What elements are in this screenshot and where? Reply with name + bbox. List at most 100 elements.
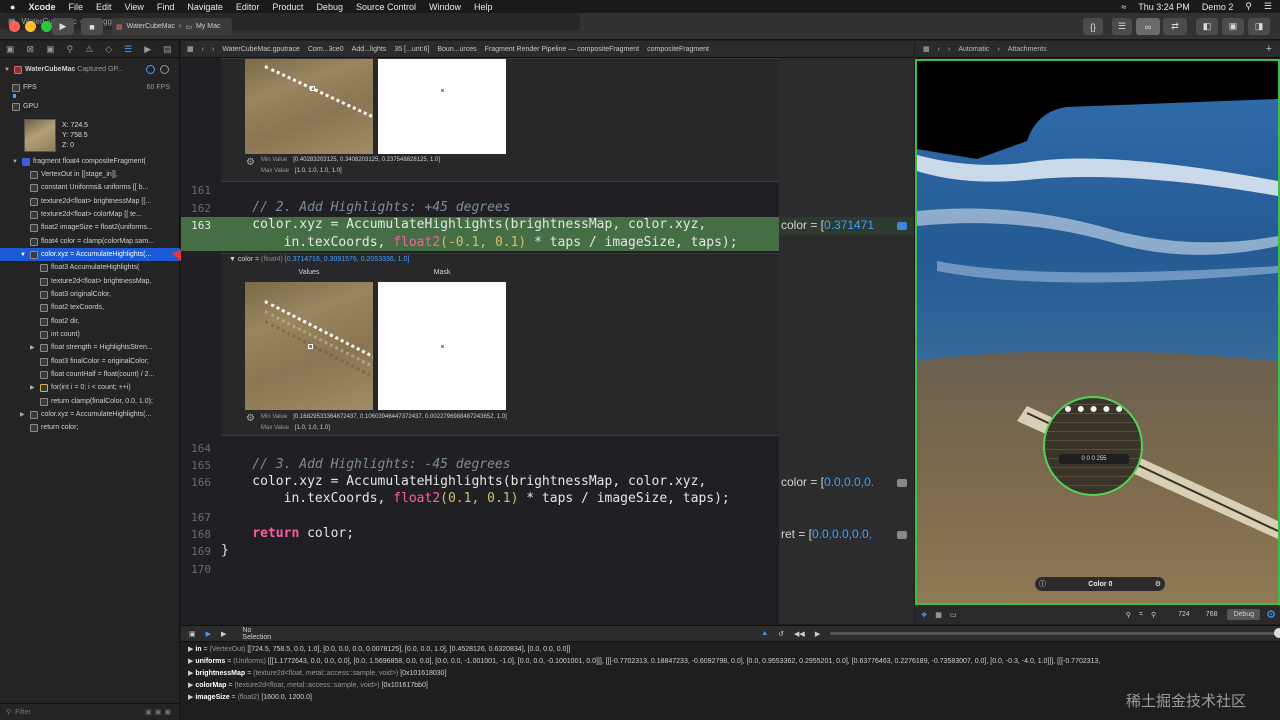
call-stack-row[interactable]: constant Uniforms& uniforms [[ b... (0, 181, 180, 194)
back-icon[interactable]: ‹ (938, 46, 940, 53)
crumb-call[interactable]: 35 [...unt:6] (394, 46, 429, 53)
disclosure-icon[interactable]: ▶ (30, 344, 38, 351)
disclosure-icon[interactable]: ▼ (20, 252, 28, 258)
step-icon[interactable]: ▲ (761, 630, 768, 637)
call-stack-row[interactable]: texture2d<float> brightnessMap [[... (0, 195, 180, 208)
wifi-icon[interactable]: ≈ (1121, 2, 1126, 12)
debug-nav-icon[interactable]: ☰ (124, 44, 132, 55)
filter-field[interactable]: Filter (15, 709, 31, 716)
crumb-trace[interactable]: WaterCubeMac.gputrace (222, 46, 300, 53)
report-icon[interactable]: ▤ (163, 44, 172, 55)
crumb-function[interactable]: compositeFragment (647, 46, 709, 53)
settings-icon[interactable]: ⚙ (1155, 580, 1161, 588)
source-control-icon[interactable]: ⊠ (27, 44, 35, 55)
zoom-window-button[interactable] (41, 21, 52, 32)
call-stack-row[interactable]: float3 originalColor, (0, 288, 180, 301)
toggle-navigator-button[interactable]: ◧ (1196, 18, 1218, 35)
zoom-in-icon[interactable]: ⚲ (1151, 611, 1156, 619)
call-stack-row[interactable]: int count) (0, 328, 180, 341)
fps-gauge-row[interactable]: FPS 60 FPS (0, 81, 180, 94)
zoom-out-icon[interactable]: ⚲ (1126, 611, 1131, 619)
symbol-icon[interactable]: ▣ (46, 44, 55, 55)
grid-icon[interactable]: ▦ (923, 45, 930, 53)
step-back-icon[interactable]: ◀◀ (794, 630, 805, 638)
disclosure-icon[interactable]: ▶ (188, 658, 193, 665)
menu-find[interactable]: Find (157, 2, 175, 12)
call-stack-row[interactable]: float2 imageSize = float2(uniforms... (0, 221, 180, 234)
disclosure-icon[interactable]: ▼ (12, 159, 20, 165)
call-stack-row[interactable]: float3 finalColor = originalColor; (0, 355, 180, 368)
values-image[interactable] (245, 282, 373, 410)
menu-product[interactable]: Product (272, 2, 303, 12)
grid-icon[interactable]: ▦ (935, 611, 942, 619)
test-icon[interactable]: ◇ (105, 44, 112, 55)
call-stack-row[interactable]: texture2d<float> colorMap [[ te... (0, 208, 180, 221)
disclosure-icon[interactable]: ▶ (20, 411, 28, 418)
info-icon[interactable]: ⓘ (1039, 579, 1046, 589)
call-stack-row[interactable]: ▶ for(int i = 0; i < count; ++i) (0, 381, 180, 394)
variable-row[interactable]: ▶ brightnessMap = (texture2d<float, meta… (188, 669, 447, 677)
shader-step-slider[interactable] (830, 628, 1280, 638)
options-icon[interactable] (160, 65, 169, 74)
fit-icon[interactable]: = (1139, 611, 1143, 618)
editor-standard-button[interactable]: {} (1083, 18, 1103, 35)
menu-editor[interactable]: Editor (236, 2, 260, 12)
issue-icon[interactable]: ⚠ (85, 44, 93, 55)
debug-mode-button[interactable]: Debug (1227, 609, 1261, 620)
viewer-width[interactable]: 724 (1178, 611, 1190, 618)
variable-row[interactable]: ▶ colorMap = (texture2d<float, metal::ac… (188, 681, 428, 689)
call-stack-row[interactable]: float4 color = clamp(colorMap.sam... (0, 235, 180, 248)
info-icon[interactable] (146, 65, 155, 74)
disclosure-icon[interactable]: ▶ (188, 694, 193, 701)
expand-value-icon[interactable] (897, 531, 907, 539)
call-stack-row[interactable]: ▼ fragment float4 compositeFragment( (0, 155, 180, 168)
editor-assistant-button[interactable]: ∞ (1136, 18, 1160, 35)
pixel-magnifier[interactable]: 0 0 0 255 (1043, 396, 1143, 496)
editor-swap-button[interactable]: ⇄ (1163, 18, 1187, 35)
hide-debug-area-icon[interactable]: ▣ (189, 630, 196, 638)
folder-icon[interactable]: ▣ (6, 44, 15, 55)
value-line-166[interactable]: color = [0.0,0.0,0. (781, 475, 874, 489)
collapse-icon[interactable]: ▼ (229, 256, 236, 263)
crumb-draw[interactable]: Add...lights (352, 46, 387, 53)
disclosure-icon[interactable]: ▶ (188, 670, 193, 677)
filter-icon[interactable]: ⚲ (6, 708, 11, 716)
grid-icon[interactable]: ▦ (187, 45, 194, 53)
minimize-window-button[interactable] (25, 21, 36, 32)
find-icon[interactable]: ⚲ (67, 44, 74, 55)
menu-navigate[interactable]: Navigate (187, 2, 223, 12)
filter-options-icon[interactable]: ▣▣▣ (145, 708, 174, 716)
call-stack-row[interactable]: ▶ float strength = HighlightsStren... (0, 341, 180, 354)
assistant-mode[interactable]: Automatic (958, 46, 989, 53)
menu-debug[interactable]: Debug (316, 2, 343, 12)
expand-value-icon[interactable] (897, 222, 907, 230)
gpu-gauge-row[interactable]: GPU (0, 100, 180, 113)
call-stack-row[interactable]: float3 AccumulateHighlights( (0, 261, 180, 274)
gear-icon[interactable]: ⚙ (246, 157, 255, 168)
eyedropper-icon[interactable]: ❖ (921, 611, 927, 619)
apple-icon[interactable]: ● (10, 2, 15, 12)
scheme-selector[interactable]: ▦ WaterCubeMac › ▭ My Mac (112, 18, 232, 35)
expand-value-icon[interactable] (897, 479, 907, 487)
call-stack-row[interactable]: VertexOut in [[stage_in]], (0, 168, 180, 181)
menu-help[interactable]: Help (474, 2, 493, 12)
stop-button[interactable]: ■ (81, 18, 103, 35)
call-stack-row[interactable]: return color; (0, 421, 180, 434)
close-window-button[interactable] (9, 21, 20, 32)
call-stack-row[interactable]: return clamp(finalColor, 0.0, 1.0); (0, 395, 180, 408)
menu-app-name[interactable]: Xcode (28, 2, 55, 12)
variable-row[interactable]: ▶ in = (VertexOut) [[724.5, 758.5, 0.0, … (188, 645, 570, 653)
debug-shader-icon[interactable]: ⚙ (1266, 608, 1276, 621)
editor-version-button[interactable]: ☰ (1112, 18, 1132, 35)
menu-window[interactable]: Window (429, 2, 461, 12)
breakpoint-icon[interactable]: ▶ (144, 44, 151, 55)
variable-row[interactable]: ▶ uniforms = (Uniforms) [[[1.1772643, 0.… (188, 657, 1100, 665)
menu-user[interactable]: Demo 2 (1202, 2, 1234, 12)
attachment-selector[interactable]: ⓘ Color 0 ⚙ (1035, 577, 1165, 591)
disclosure-icon[interactable]: ▶ (188, 646, 193, 653)
variable-row[interactable]: ▶ imageSize = (float2) [1600.0, 1200.0] (188, 693, 312, 701)
disclosure-icon[interactable]: ▶ (30, 384, 38, 391)
attachment-viewer[interactable]: 0 0 0 255 ⓘ Color 0 ⚙ (915, 59, 1280, 605)
list-icon[interactable]: ☰ (1264, 1, 1272, 12)
mask-image[interactable] (378, 59, 506, 154)
